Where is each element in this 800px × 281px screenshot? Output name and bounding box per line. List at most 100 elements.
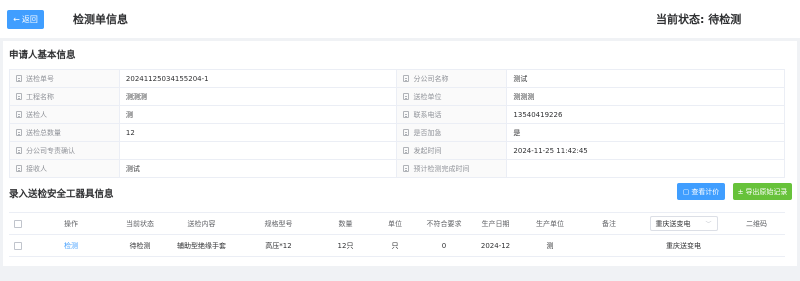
info-row: 工程名称 测测测 送检单位 测测测 (9, 87, 785, 106)
info-label: 送检人 (26, 110, 47, 119)
info-value-cell: 2024-11-25 11:42:45 (506, 141, 785, 160)
column-header: 不符合要求 (418, 212, 470, 235)
select-all-checkbox[interactable] (14, 219, 22, 228)
document-icon (16, 74, 22, 82)
document-icon (16, 146, 22, 154)
info-label: 是否加急 (413, 128, 442, 137)
info-row: 送检单号 20241125034155204-1 分公司名称 测试 (9, 69, 785, 88)
info-value: 20241125034155204-1 (125, 74, 209, 83)
export-record-label: 导出原始记录 (745, 187, 788, 196)
column-header: 生产单位 (521, 212, 579, 235)
info-label: 送检单位 (413, 92, 442, 101)
info-label-cell: 分公司名称 (396, 69, 508, 88)
info-row: 接收人 测试 预计检测完成时间 (9, 159, 785, 178)
info-label-cell: 分公司专责确认 (9, 141, 120, 160)
column-header: 生产日期 (470, 212, 521, 235)
row-checkbox[interactable] (14, 241, 22, 250)
info-value: 测测测 (513, 92, 535, 101)
info-value: 12 (125, 128, 135, 137)
info-label-cell: 发起时间 (396, 141, 508, 160)
back-button[interactable]: ← 返回 (7, 10, 44, 29)
back-button-label: 返回 (21, 15, 38, 24)
tools-section-title: 录入送检安全工器具信息 (9, 189, 114, 200)
column-header: 规格型号 (238, 212, 319, 235)
info-value-cell: 测试 (118, 159, 398, 178)
info-value-cell: 测试 (506, 69, 785, 88)
info-label: 发起时间 (413, 146, 442, 155)
column-header: 操作 (27, 212, 115, 235)
column-header: 单位 (372, 212, 418, 235)
info-row: 送检人 测 联系电话 13540419226 (9, 105, 785, 124)
info-value: 测测测 (125, 92, 147, 101)
column-header: 当前状态 (115, 212, 165, 235)
detect-link[interactable]: 检测 (64, 242, 78, 250)
column-header: 数量 (319, 212, 372, 235)
info-label-cell: 送检总数量 (9, 123, 120, 142)
qrcode-cell (728, 234, 785, 257)
info-label-cell: 送检单位 (396, 87, 508, 106)
current-status: 当前状态: 待检测 (656, 13, 742, 26)
date-cell: 2024-12 (470, 234, 521, 257)
info-row: 分公司专责确认 发起时间 2024-11-25 11:42:45 (9, 141, 785, 160)
info-value: 测试 (513, 74, 528, 83)
table-header-row: 操作 当前状态 送检内容 规格型号 数量 单位 不符合要求 生产日期 生产单位 … (9, 212, 785, 235)
info-label-cell: 送检人 (9, 105, 120, 124)
document-icon (16, 164, 22, 172)
content-cell: 辅助型绝缘手套 (165, 234, 238, 257)
info-value-cell (506, 159, 785, 178)
nonconform-cell: 0 (418, 234, 470, 257)
info-value: 测试 (125, 164, 140, 173)
info-value: 13540419226 (513, 110, 563, 119)
status-cell: 待检测 (115, 234, 165, 257)
info-label: 预计检测完成时间 (413, 164, 470, 173)
company-select[interactable]: 重庆送变电 ﹀ (649, 216, 718, 231)
chevron-down-icon: ﹀ (705, 221, 712, 228)
info-label: 送检总数量 (26, 128, 61, 137)
info-value-cell: 13540419226 (506, 105, 785, 124)
info-value-cell: 测测测 (506, 87, 785, 106)
document-icon (403, 74, 410, 82)
column-header: 备注 (579, 212, 639, 235)
info-value: 是 (513, 128, 521, 137)
info-row: 送检总数量 12 是否加急 是 (9, 123, 785, 142)
document-icon (403, 110, 410, 118)
document-icon (16, 128, 22, 136)
unit-cell: 只 (372, 234, 418, 257)
spec-cell: 高压*12 (238, 234, 319, 257)
info-label-cell: 联系电话 (396, 105, 508, 124)
top-bar: ← 返回 检测单信息 当前状态: 待检测 (0, 0, 800, 38)
view-price-label: 查看计价 (691, 187, 720, 196)
info-label: 分公司专责确认 (26, 146, 75, 155)
info-value-cell: 20241125034155204-1 (118, 69, 398, 88)
arrow-left-icon: ← (13, 15, 20, 24)
applicant-section-title: 申请人基本信息 (9, 50, 76, 61)
document-icon (403, 146, 410, 154)
export-record-button[interactable]: ± 导出原始记录 (733, 183, 792, 200)
info-label-cell: 工程名称 (9, 87, 120, 106)
document-icon (403, 128, 410, 136)
view-icon: ▢ (682, 187, 690, 196)
column-header: 送检内容 (165, 212, 238, 235)
info-value: 测 (125, 110, 133, 119)
company-cell: 重庆送变电 (639, 234, 728, 257)
info-value-cell: 12 (118, 123, 398, 142)
document-icon (16, 110, 22, 118)
info-label: 联系电话 (413, 110, 442, 119)
info-value: 2024-11-25 11:42:45 (513, 146, 588, 155)
info-label: 接收人 (26, 164, 47, 173)
info-value-cell: 是 (506, 123, 785, 142)
remark-cell (579, 234, 639, 257)
document-icon (16, 92, 22, 100)
table-row: 检测 待检测 辅助型绝缘手套 高压*12 12只 只 0 2024-12 测 重… (9, 234, 785, 257)
page-title: 检测单信息 (73, 13, 128, 26)
view-price-button[interactable]: ▢ 查看计价 (677, 183, 725, 200)
column-header: 二维码 (728, 212, 785, 235)
info-label-cell: 是否加急 (396, 123, 508, 142)
quantity-cell: 12只 (319, 234, 372, 257)
info-label-cell: 预计检测完成时间 (396, 159, 508, 178)
company-select-value: 重庆送变电 (655, 219, 691, 228)
document-icon (403, 164, 410, 172)
info-value-cell: 测测测 (118, 87, 398, 106)
info-label: 送检单号 (26, 74, 54, 83)
info-label-cell: 送检单号 (9, 69, 120, 88)
